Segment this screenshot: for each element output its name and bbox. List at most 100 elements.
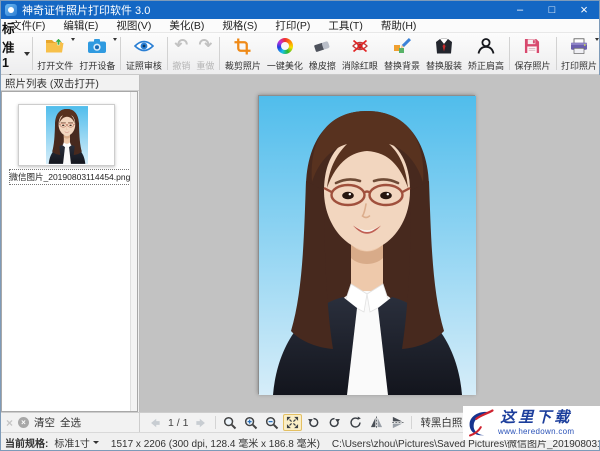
one-key-beautify-label: 一键美化 — [266, 61, 303, 71]
toolbar-separator — [555, 37, 556, 70]
printer-icon — [570, 36, 588, 56]
toolbar-separator — [31, 37, 33, 70]
eraser-icon — [313, 36, 331, 56]
camera-icon — [87, 36, 107, 56]
print-photo-label: 打印照片 — [561, 61, 598, 71]
content-area: 照片列表 (双击打开) 微信图片_20190803114454.png — [0, 75, 600, 412]
next-photo-button[interactable] — [192, 414, 211, 431]
eye-icon — [133, 36, 154, 56]
current-spec-dropdown[interactable]: 标准1寸 — [54, 435, 99, 450]
zoom-in-button[interactable] — [241, 414, 260, 431]
app-icon — [5, 3, 17, 16]
watermark-text: 这里下载 www.heredown.com — [498, 409, 574, 436]
head-shoulders-icon — [477, 36, 495, 56]
crop-photo-button[interactable]: 裁剪照片 — [222, 34, 264, 73]
toolbar-separator — [120, 37, 121, 70]
menu-tools[interactable]: 工具(T) — [319, 19, 371, 32]
replace-background-button[interactable]: 替换背景 — [381, 34, 423, 73]
redo-icon: ↷ — [198, 37, 213, 54]
save-photo-label: 保存照片 — [514, 61, 551, 71]
photo-list: 微信图片_20190803114454.png — [1, 91, 138, 412]
photo-canvas — [140, 75, 600, 412]
list-scrollbar[interactable] — [130, 92, 137, 411]
undo-icon: ↶ — [174, 37, 189, 54]
open-file-button[interactable]: 打开文件 — [34, 34, 76, 73]
menu-help[interactable]: 帮助(H) — [372, 19, 426, 32]
photo-preview[interactable] — [258, 95, 475, 394]
fit-screen-icon — [287, 416, 299, 429]
menu-print[interactable]: 打印(P) — [266, 19, 319, 32]
magnifier-icon — [223, 416, 237, 429]
remove-red-eye-button[interactable]: 消除红眼 — [339, 34, 381, 73]
photo-list-footer: × × 清空 全选 — [0, 413, 140, 432]
print-photo-button[interactable]: 打印照片 — [558, 34, 600, 73]
watermark-logo-icon — [469, 409, 494, 437]
zoom-out-icon — [265, 416, 279, 429]
one-key-beautify-button[interactable]: 一键美化 — [264, 34, 306, 73]
thumbnail-image — [46, 106, 88, 164]
refresh-icon — [350, 416, 362, 428]
image-dimensions: 1517 x 2206 (300 dpi, 128.4 毫米 x 186.8 毫… — [110, 438, 320, 450]
photo-thumbnail[interactable] — [18, 104, 115, 166]
rotate-left-button[interactable] — [304, 414, 323, 431]
flip-vertical-button[interactable] — [388, 414, 407, 431]
flip-horizontal-button[interactable] — [367, 414, 386, 431]
prev-photo-button[interactable] — [145, 414, 164, 431]
menu-view[interactable]: 视图(V) — [107, 19, 160, 32]
rotate-right-button[interactable] — [325, 414, 344, 431]
photo-list-header: 照片列表 (双击打开) — [0, 75, 139, 91]
watermark-site-name: 这里下载 — [500, 409, 573, 426]
fit-screen-button[interactable] — [283, 414, 303, 431]
flip-horizontal-icon — [371, 416, 383, 429]
refresh-button[interactable] — [346, 414, 365, 431]
correct-shoulder-button[interactable]: 矫正肩高 — [465, 34, 507, 73]
folder-open-icon — [45, 36, 65, 56]
redo-label: 重做 — [196, 61, 215, 71]
replace-clothes-label: 替换服装 — [425, 61, 462, 71]
site-watermark: 这里下载 www.heredown.com — [463, 406, 600, 440]
open-device-button[interactable]: 打开设备 — [76, 34, 118, 73]
zoom-out-button[interactable] — [262, 414, 281, 431]
close-button[interactable]: × — [568, 0, 600, 19]
menu-edit[interactable]: 编辑(E) — [54, 19, 107, 32]
rotate-left-icon — [308, 417, 319, 428]
current-spec-value: 标准1寸 — [54, 438, 90, 450]
eraser-button[interactable]: 橡皮擦 — [306, 34, 339, 73]
portrait-image — [259, 96, 476, 395]
menu-beautify[interactable]: 美化(B) — [160, 19, 213, 32]
background-pencil-icon — [393, 36, 411, 56]
thumbnail-filename[interactable]: 微信图片_20190803114454.png — [8, 169, 131, 185]
open-device-label: 打开设备 — [79, 61, 116, 71]
floppy-save-icon — [524, 36, 540, 56]
undo-button[interactable]: ↶ 撤销 — [169, 34, 193, 73]
menu-spec[interactable]: 规格(S) — [213, 19, 266, 32]
clear-button[interactable]: 清空 — [34, 415, 55, 430]
minimize-button[interactable]: – — [504, 0, 536, 19]
clear-list-icon[interactable]: × — [18, 417, 30, 428]
delete-photo-icon[interactable]: × — [6, 417, 13, 429]
color-wheel-icon — [276, 36, 293, 56]
maximize-button[interactable]: □ — [536, 0, 568, 19]
replace-clothes-button[interactable]: 替换服装 — [423, 34, 465, 73]
chevron-down-icon — [71, 38, 76, 41]
photo-list-panel: 照片列表 (双击打开) 微信图片_20190803114454.png — [0, 75, 140, 412]
undo-label: 撤销 — [172, 61, 191, 71]
photo-review-button[interactable]: 证照审核 — [123, 34, 165, 73]
main-toolbar: 标准1寸 打开文件 打开设备 证照审核 ↶ — [0, 22, 600, 88]
flip-vertical-icon — [391, 416, 404, 429]
current-spec-label: 当前规格: — [5, 438, 49, 450]
replace-background-label: 替换背景 — [383, 61, 420, 71]
arrow-left-icon — [151, 418, 160, 427]
chevron-down-icon — [595, 38, 600, 41]
zoom-in-icon — [244, 416, 258, 429]
save-photo-button[interactable]: 保存照片 — [511, 34, 553, 73]
crop-photo-label: 裁剪照片 — [224, 61, 261, 71]
select-all-button[interactable]: 全选 — [60, 415, 81, 430]
menu-bar: 文件(F) 编辑(E) 视图(V) 美化(B) 规格(S) 打印(P) 工具(T… — [0, 19, 600, 33]
spec-dropdown-button[interactable]: 标准1寸 — [2, 22, 30, 88]
zoom-tool-button[interactable] — [220, 414, 239, 431]
remove-red-eye-label: 消除红眼 — [341, 61, 378, 71]
redo-button[interactable]: ↷ 重做 — [193, 34, 217, 73]
correct-shoulder-label: 矫正肩高 — [467, 61, 504, 71]
page-indicator: 1 / 1 — [168, 416, 189, 429]
